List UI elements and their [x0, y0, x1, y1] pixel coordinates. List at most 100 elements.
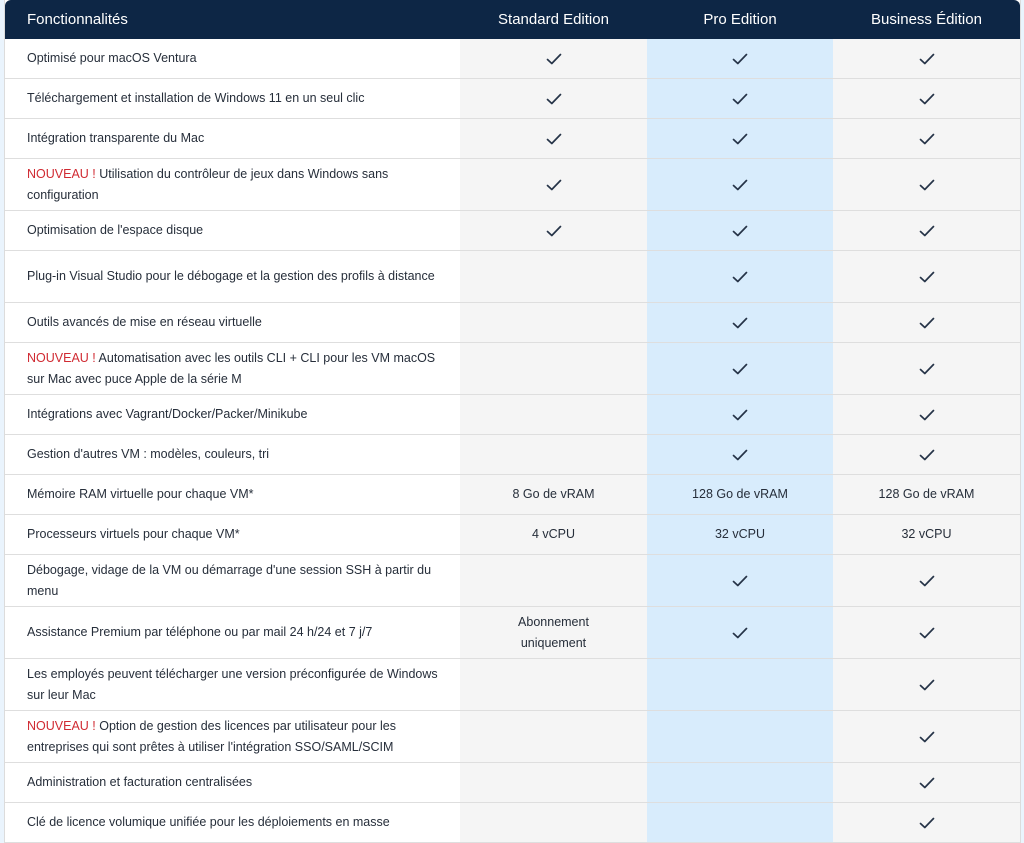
standard-value: Abonnement uniquement — [518, 614, 589, 650]
check-icon — [919, 409, 935, 421]
standard-cell — [460, 395, 647, 434]
feature-label: Administration et facturation centralisé… — [27, 772, 252, 793]
pro-cell — [647, 39, 833, 78]
business-value: 32 vCPU — [901, 527, 952, 541]
feature-label: Plug-in Visual Studio pour le débogage e… — [27, 266, 435, 287]
pro-cell — [647, 159, 833, 210]
feature-text: Optimisé pour macOS Ventura — [27, 51, 197, 65]
standard-cell — [460, 343, 647, 394]
business-cell — [833, 803, 1020, 842]
check-icon — [732, 409, 748, 421]
check-icon — [732, 317, 748, 329]
standard-cell: 4 vCPU — [460, 515, 647, 554]
new-badge: NOUVEAU ! — [27, 166, 100, 181]
table-row: NOUVEAU ! Utilisation du contrôleur de j… — [5, 159, 1020, 211]
feature-text: Outils avancés de mise en réseau virtuel… — [27, 315, 262, 329]
check-icon — [732, 53, 748, 65]
standard-cell: 8 Go de vRAM — [460, 475, 647, 514]
feature-text: Clé de licence volumique unifiée pour le… — [27, 815, 390, 829]
business-cell — [833, 711, 1020, 762]
standard-cell: Abonnement uniquement — [460, 607, 647, 658]
pro-value: 128 Go de vRAM — [692, 487, 788, 501]
feature-cell: Assistance Premium par téléphone ou par … — [5, 607, 460, 658]
feature-text: Assistance Premium par téléphone ou par … — [27, 625, 373, 639]
business-cell — [833, 251, 1020, 302]
feature-text: Administration et facturation centralisé… — [27, 775, 253, 789]
check-icon — [732, 133, 748, 145]
feature-label: Intégrations avec Vagrant/Docker/Packer/… — [27, 404, 307, 425]
feature-cell: Débogage, vidage de la VM ou démarrage d… — [5, 555, 460, 606]
business-cell — [833, 435, 1020, 474]
header-standard-edition: Standard Edition — [498, 11, 609, 28]
business-cell — [833, 211, 1020, 250]
table-row: Mémoire RAM virtuelle pour chaque VM* 8 G… — [5, 475, 1020, 515]
pro-cell — [647, 607, 833, 658]
business-cell: 128 Go de vRAM — [833, 475, 1020, 514]
feature-cell: Processeurs virtuels pour chaque VM* — [5, 515, 460, 554]
feature-text: Plug-in Visual Studio pour le débogage e… — [27, 269, 435, 283]
table-row: NOUVEAU ! Option de gestion des licences… — [5, 711, 1020, 763]
feature-cell: NOUVEAU ! Automatisation avec les outils… — [5, 343, 460, 394]
check-icon — [732, 363, 748, 375]
pro-cell — [647, 303, 833, 342]
check-icon — [919, 317, 935, 329]
feature-text: Téléchargement et installation de Window… — [27, 91, 365, 105]
feature-text: Optimisation de l'espace disque — [27, 223, 204, 237]
feature-cell: Optimisé pour macOS Ventura — [5, 39, 460, 78]
check-icon — [732, 449, 748, 461]
check-icon — [546, 179, 562, 191]
pro-cell — [647, 343, 833, 394]
feature-text: Intégration transparente du Mac — [27, 131, 205, 145]
business-cell — [833, 555, 1020, 606]
feature-text: Débogage, vidage de la VM ou démarrage d… — [27, 562, 432, 598]
table-row: Clé de licence volumique unifiée pour le… — [5, 803, 1020, 843]
standard-cell — [460, 159, 647, 210]
feature-cell: Gestion d'autres VM : modèles, couleurs,… — [5, 435, 460, 474]
pro-cell — [647, 211, 833, 250]
check-icon — [919, 449, 935, 461]
comparison-table: Fonctionnalités Standard Edition Pro Edi… — [4, 0, 1021, 843]
table-row: Optimisé pour macOS Ventura — [5, 39, 1020, 79]
feature-label: Outils avancés de mise en réseau virtuel… — [27, 312, 262, 333]
check-icon — [732, 627, 748, 639]
feature-label: Optimisé pour macOS Ventura — [27, 48, 197, 69]
check-icon — [919, 271, 935, 283]
table-row: Processeurs virtuels pour chaque VM* 4 vC… — [5, 515, 1020, 555]
business-cell — [833, 119, 1020, 158]
feature-cell: Intégration transparente du Mac — [5, 119, 460, 158]
check-icon — [919, 133, 935, 145]
table-row: Intégration transparente du Mac — [5, 119, 1020, 159]
feature-cell: Intégrations avec Vagrant/Docker/Packer/… — [5, 395, 460, 434]
pro-cell — [647, 763, 833, 802]
feature-cell: Téléchargement et installation de Window… — [5, 79, 460, 118]
feature-label: Gestion d'autres VM : modèles, couleurs,… — [27, 444, 269, 465]
feature-label: Mémoire RAM virtuelle pour chaque VM* — [27, 484, 253, 505]
business-cell — [833, 303, 1020, 342]
feature-cell: Plug-in Visual Studio pour le débogage e… — [5, 251, 460, 302]
check-icon — [919, 53, 935, 65]
feature-text: Gestion d'autres VM : modèles, couleurs,… — [27, 447, 270, 461]
feature-cell: Optimisation de l'espace disque — [5, 211, 460, 250]
check-icon — [919, 179, 935, 191]
business-cell — [833, 607, 1020, 658]
standard-cell — [460, 39, 647, 78]
business-cell — [833, 763, 1020, 802]
standard-cell — [460, 251, 647, 302]
standard-cell — [460, 555, 647, 606]
feature-cell: NOUVEAU ! Option de gestion des licences… — [5, 711, 460, 762]
feature-label: Optimisation de l'espace disque — [27, 220, 203, 241]
feature-text: Mémoire RAM virtuelle pour chaque VM* — [27, 487, 254, 501]
check-icon — [732, 271, 748, 283]
check-icon — [919, 575, 935, 587]
table-row: Intégrations avec Vagrant/Docker/Packer/… — [5, 395, 1020, 435]
business-cell — [833, 395, 1020, 434]
feature-label: Débogage, vidage de la VM ou démarrage d… — [27, 560, 446, 602]
check-icon — [919, 93, 935, 105]
new-badge: NOUVEAU ! — [27, 718, 100, 733]
feature-label: Clé de licence volumique unifiée pour le… — [27, 812, 390, 833]
table-header: Fonctionnalités Standard Edition Pro Edi… — [5, 0, 1020, 39]
feature-cell: Mémoire RAM virtuelle pour chaque VM* — [5, 475, 460, 514]
pro-cell: 32 vCPU — [647, 515, 833, 554]
table-row: Les employés peuvent télécharger une ver… — [5, 659, 1020, 711]
check-icon — [919, 777, 935, 789]
